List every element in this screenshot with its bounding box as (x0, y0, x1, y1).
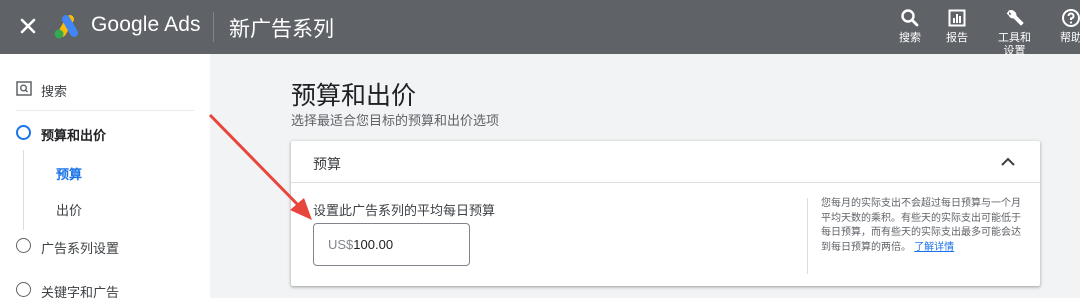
top-app-bar: Google Ads 新广告系列 搜索 报告 工具和 设置 帮助 (0, 0, 1080, 57)
header-divider (213, 12, 214, 42)
sidebar-subitem-bidding[interactable]: 出价 (56, 200, 82, 219)
close-icon[interactable] (16, 14, 40, 38)
currency-prefix: US$ (328, 237, 354, 252)
sidebar-subitem-budget[interactable]: 预算 (56, 164, 82, 183)
daily-budget-input[interactable]: US$100.00 (313, 223, 470, 266)
step-circle-icon (16, 125, 31, 140)
search-box-icon (16, 81, 32, 96)
report-icon (948, 9, 966, 27)
sidebar-item-campaign-settings[interactable]: 广告系列设置 (0, 238, 210, 258)
sidebar-divider (16, 110, 194, 111)
sidebar-item-campaign-settings-label: 广告系列设置 (41, 242, 120, 257)
budget-amount: 100.00 (353, 237, 394, 252)
budget-field-label: 设置此广告系列的平均每日预算 (313, 204, 496, 219)
google-ads-logo-icon (54, 15, 78, 39)
tools-settings-label-line1: 工具和 (998, 31, 1031, 44)
tools-settings-label-line2: 设置 (1003, 44, 1026, 57)
help-icon (1062, 9, 1080, 27)
help-tool-label: 帮助 (1060, 31, 1080, 44)
search-icon (901, 9, 919, 27)
reports-tool-label: 报告 (946, 31, 968, 44)
budget-help-text: 您每月的实际支出不会超过每日预算与一个月平均天数的乘积。有些天的实际支出可能低于… (821, 197, 1021, 255)
page-header-title: 新广告系列 (229, 17, 334, 41)
budget-card-title: 预算 (313, 157, 341, 173)
budget-card: 预算 设置此广告系列的平均每日预算 US$100.00 您每月的实际支出不会超过… (291, 141, 1040, 286)
sidebar-item-search-label: 搜索 (41, 85, 68, 100)
sidebar-nav: 搜索 预算和出价 预算 出价 广告系列设置 关键字和广告 (0, 54, 210, 298)
reports-tool-button[interactable]: 报告 (946, 8, 968, 44)
brand-name: Google Ads (91, 13, 201, 36)
sidebar-item-keywords-ads-label: 关键字和广告 (41, 286, 120, 298)
search-tool-label: 搜索 (899, 31, 921, 44)
search-tool-button[interactable]: 搜索 (899, 8, 921, 44)
sidebar-item-budget-bidding-label: 预算和出价 (41, 129, 107, 144)
sidebar-item-budget-bidding[interactable]: 预算和出价 (0, 125, 210, 145)
help-divider (807, 198, 808, 274)
page-title: 预算和出价 (291, 81, 417, 110)
sidebar-item-keywords-ads[interactable]: 关键字和广告 (0, 282, 210, 298)
step-circle-icon (16, 238, 31, 253)
learn-more-link[interactable]: 了解详情 (914, 242, 954, 253)
step-circle-icon (16, 282, 31, 297)
page-subtitle: 选择最适合您目标的预算和出价选项 (291, 114, 500, 129)
wrench-icon (1006, 10, 1023, 26)
sidebar-sub-line (23, 150, 24, 230)
sidebar-item-search[interactable]: 搜索 (0, 81, 210, 101)
help-tool-button[interactable]: 帮助 (1060, 8, 1080, 44)
chevron-up-icon[interactable] (998, 152, 1018, 172)
budget-card-header[interactable]: 预算 (291, 141, 1040, 183)
tools-settings-button[interactable]: 工具和 设置 (998, 8, 1031, 57)
